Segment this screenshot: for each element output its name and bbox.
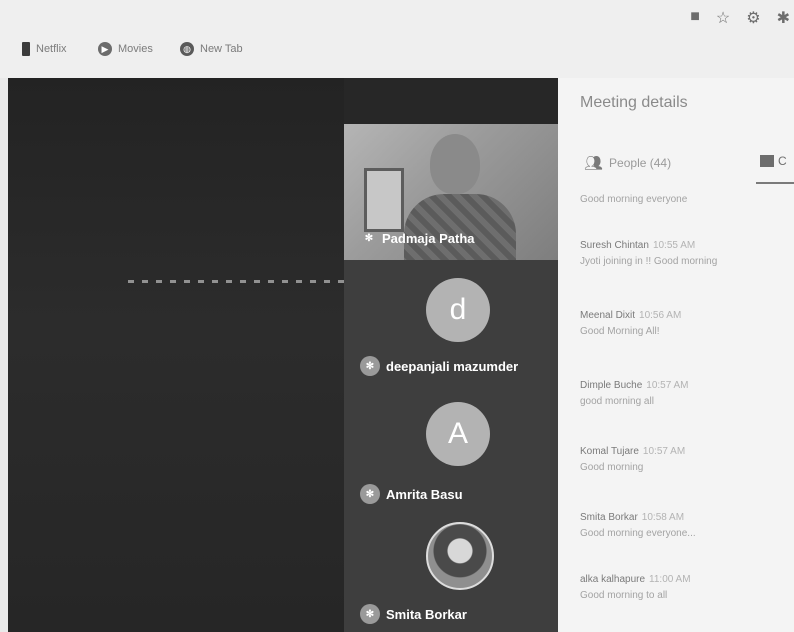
chat-message: Meenal Dixit 10:56 AM Good Morning All! [580, 308, 780, 340]
message-text: Jyoti joining in !! Good morning [580, 256, 718, 267]
puzzle-icon[interactable]: ✱ [777, 8, 790, 28]
message-time: 10:57 AM [642, 446, 686, 457]
message-sender: Smita Borkar [580, 512, 638, 523]
participant-name: ✻ deepanjali mazumder [360, 356, 518, 376]
avatar: d [426, 278, 490, 342]
mic-muted-icon: ✻ [364, 232, 374, 244]
bookmarks-bar: Netflix ▶ Movies ◍ New Tab ■ ☆ ⚙ ✱ [0, 0, 794, 78]
presenter-tile[interactable]: ✻ Padmaja Patha [344, 124, 558, 260]
main-video-area[interactable] [8, 78, 348, 632]
message-sender: Komal Tujare [580, 446, 639, 457]
active-tab-indicator [756, 182, 794, 184]
bookmark-star-icon[interactable]: ☆ [716, 8, 730, 28]
people-icon: 👥︎ [584, 155, 604, 172]
presenter-name: ✻ Padmaja Patha [362, 228, 475, 248]
extension-icon[interactable]: ⚙ [746, 8, 760, 28]
tab-people[interactable]: 👥︎ People (44) [584, 154, 671, 172]
message-time: 11:00 AM [649, 574, 691, 585]
mic-muted-icon: ✻ [360, 604, 380, 624]
participant-name: ✻ Smita Borkar [360, 604, 467, 624]
chat-message: Dimple Buche 10:57 AM good morning all [580, 378, 780, 410]
bookmark-label: New Tab [200, 43, 243, 55]
avatar-photo [426, 522, 494, 590]
mic-muted-icon: ✻ [360, 484, 380, 504]
panel-title: Meeting details [580, 94, 688, 111]
message-sender: alka kalhapure [580, 574, 646, 585]
message-sender: Suresh Chintan [580, 240, 649, 251]
participant-tiles: ✻ Padmaja Patha d ✻ deepanjali mazumder … [344, 124, 558, 632]
tab-chat[interactable]: C [760, 154, 787, 168]
mic-muted-icon: ✻ [360, 356, 380, 376]
chat-message: Smita Borkar 10:58 AM Good morning everyo… [580, 510, 780, 542]
participant-tile[interactable]: ✻ Smita Borkar [344, 512, 558, 632]
chat-message: Good morning everyone [580, 194, 688, 205]
message-time: 10:55 AM [652, 240, 696, 251]
chat-message: alka kalhapure 11:00 AM Good morning to a… [580, 572, 780, 604]
message-time: 10:58 AM [641, 512, 685, 523]
message-text: Good morning [580, 462, 644, 473]
avatar: A [426, 402, 490, 466]
message-time: 10:56 AM [639, 310, 682, 321]
netflix-icon [22, 42, 30, 56]
message-sender: Meenal Dixit [580, 310, 636, 321]
participant-tile[interactable]: A ✻ Amrita Basu [344, 388, 558, 512]
browser-toolbar-icons: ■ ☆ ⚙ ✱ [690, 8, 790, 28]
message-text: Good Morning All! [580, 326, 660, 337]
panel-tabs: 👥︎ People (44) C [580, 154, 794, 184]
play-icon: ▶ [98, 42, 112, 56]
message-text: Good morning everyone... [580, 528, 696, 539]
bookmark-flag-icon[interactable]: ■ [690, 8, 700, 28]
bookmark-movies[interactable]: ▶ Movies [98, 42, 153, 56]
bookmark-new-tab[interactable]: ◍ New Tab [180, 42, 243, 56]
bookmark-netflix[interactable]: Netflix [22, 42, 67, 56]
message-time: 10:57 AM [646, 380, 689, 391]
participant-tile[interactable]: d ✻ deepanjali mazumder [344, 264, 558, 388]
chat-icon [760, 155, 774, 167]
video-stage: ✻ Padmaja Patha d ✻ deepanjali mazumder … [8, 78, 558, 632]
video-artifact [128, 280, 348, 283]
participant-name: ✻ Amrita Basu [360, 484, 463, 504]
meeting-details-panel: Meeting details 👥︎ People (44) C Good mo… [558, 78, 794, 632]
bookmark-label: Netflix [36, 43, 67, 55]
message-sender: Dimple Buche [580, 380, 643, 391]
presenter-body [404, 194, 516, 260]
presenter-head [430, 134, 480, 194]
chat-message: Suresh Chintan 10:55 AM Jyoti joining in … [580, 238, 780, 270]
message-text: good morning all [580, 396, 654, 407]
message-text: Good morning to all [580, 590, 668, 601]
globe-icon: ◍ [180, 42, 194, 56]
chat-message: Komal Tujare 10:57 AM Good morning [580, 444, 780, 476]
bookmark-label: Movies [118, 43, 153, 55]
background-window [364, 168, 404, 232]
